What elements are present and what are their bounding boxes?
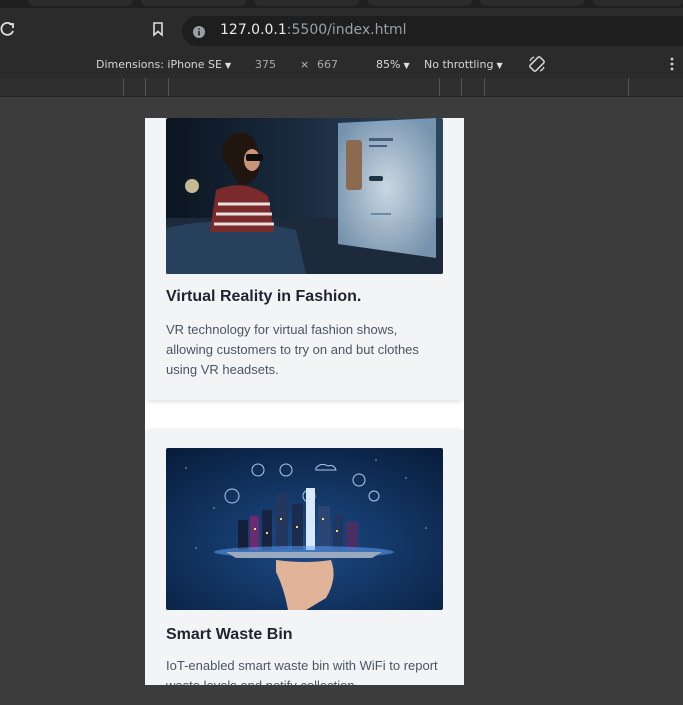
project-card: Virtual Reality in Fashion. VR technolog… [145,118,464,400]
ruler-mark [484,78,485,96]
media-query-ruler[interactable] [0,78,683,97]
height-input[interactable]: 667 [317,58,338,71]
browser-tab[interactable] [141,0,246,6]
device-label: Dimensions: iPhone SE [96,58,222,71]
device-select[interactable]: Dimensions: iPhone SE ▼ [96,58,231,71]
kebab-menu-icon[interactable] [664,56,680,72]
browser-tab[interactable] [367,0,472,6]
card-description: IoT-enabled smart waste bin with WiFi to… [166,658,438,685]
address-bar[interactable]: 127.0.0.1:5500/index.html [182,16,683,46]
browser-tab[interactable] [254,0,359,6]
card-title: Smart Waste Bin [166,626,293,643]
chevron-down-icon: ▼ [496,61,503,70]
tab-strip [0,0,683,8]
card-title: Virtual Reality in Fashion. [166,288,362,305]
card-description: VR technology for virtual fashion shows,… [166,322,419,377]
site-info-icon[interactable] [192,24,206,38]
zoom-select[interactable]: 85% ▼ [376,58,410,71]
ruler-mark [439,78,440,96]
chevron-down-icon: ▼ [224,61,232,70]
browser-tab[interactable] [28,0,133,6]
chevron-down-icon: ▼ [403,61,410,70]
browser-tab[interactable] [593,0,683,6]
ruler-mark [628,78,629,96]
bookmark-icon[interactable] [150,21,166,37]
zoom-label: 85% [376,58,401,71]
throttling-label: No throttling [424,58,494,71]
smart-city-image [166,448,443,610]
ruler-mark [123,78,124,96]
device-viewport[interactable]: Virtual Reality in Fashion. VR technolog… [145,118,464,685]
rotate-icon[interactable] [528,55,546,73]
ruler-mark [145,78,146,96]
project-card: Smart Waste Bin IoT-enabled smart waste … [145,428,464,685]
url-text[interactable]: 127.0.0.1:5500/index.html [220,22,407,38]
device-toolbar: Dimensions: iPhone SE ▼ 375 × 667 85% ▼ No… [0,50,683,79]
browser-tab[interactable] [480,0,585,6]
address-row: 127.0.0.1:5500/index.html [0,8,683,50]
width-input[interactable]: 375 [255,58,276,71]
ruler-mark [461,78,462,96]
ruler-mark [168,78,169,96]
vr-fashion-image [166,118,443,274]
dimension-separator: × [300,58,310,71]
throttling-select[interactable]: No throttling ▼ [424,58,503,71]
reload-icon[interactable] [0,21,16,37]
